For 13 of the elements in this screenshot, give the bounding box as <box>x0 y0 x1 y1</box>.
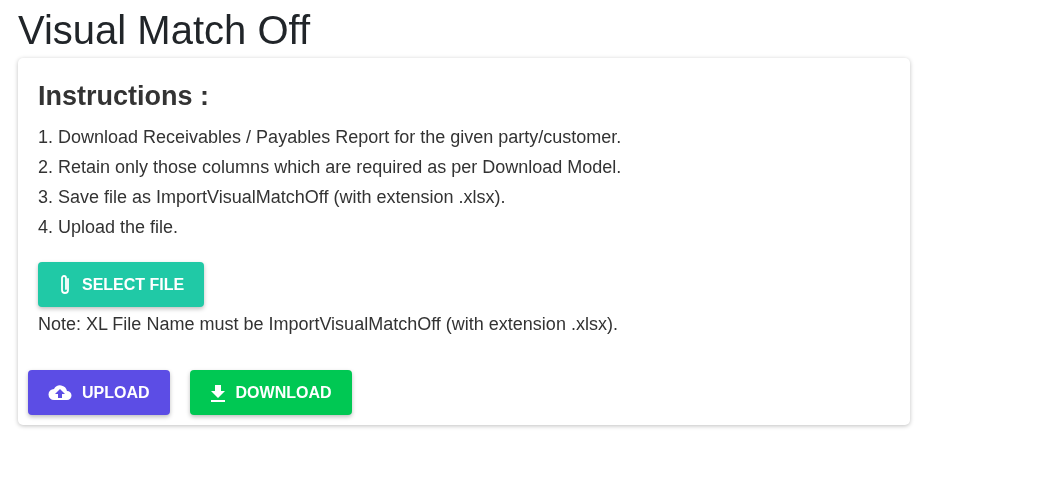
instruction-step: 1. Download Receivables / Payables Report for the given party/customer. <box>38 122 890 153</box>
paperclip-icon <box>58 273 72 296</box>
instructions-heading: Instructions : <box>38 80 210 113</box>
page-title: Visual Match Off <box>18 8 312 52</box>
download-button[interactable]: DOWNLOAD <box>189 370 352 416</box>
upload-button[interactable]: UPLOAD <box>28 370 170 416</box>
cloud-upload-icon <box>48 383 72 402</box>
instruction-step: 2. Retain only those columns which are required as per Download Model. <box>38 152 890 183</box>
download-icon <box>209 382 226 403</box>
file-name-note: Note: XL File Name must be ImportVisualMatchOff (with extension .xlsx). <box>38 313 619 337</box>
select-file-button[interactable]: SELECT FILE <box>38 262 205 308</box>
instruction-step: 3. Save file as ImportVisualMatchOff (with extension .xlsx). <box>38 182 890 213</box>
instruction-step: 4. Upload the file. <box>38 212 890 243</box>
